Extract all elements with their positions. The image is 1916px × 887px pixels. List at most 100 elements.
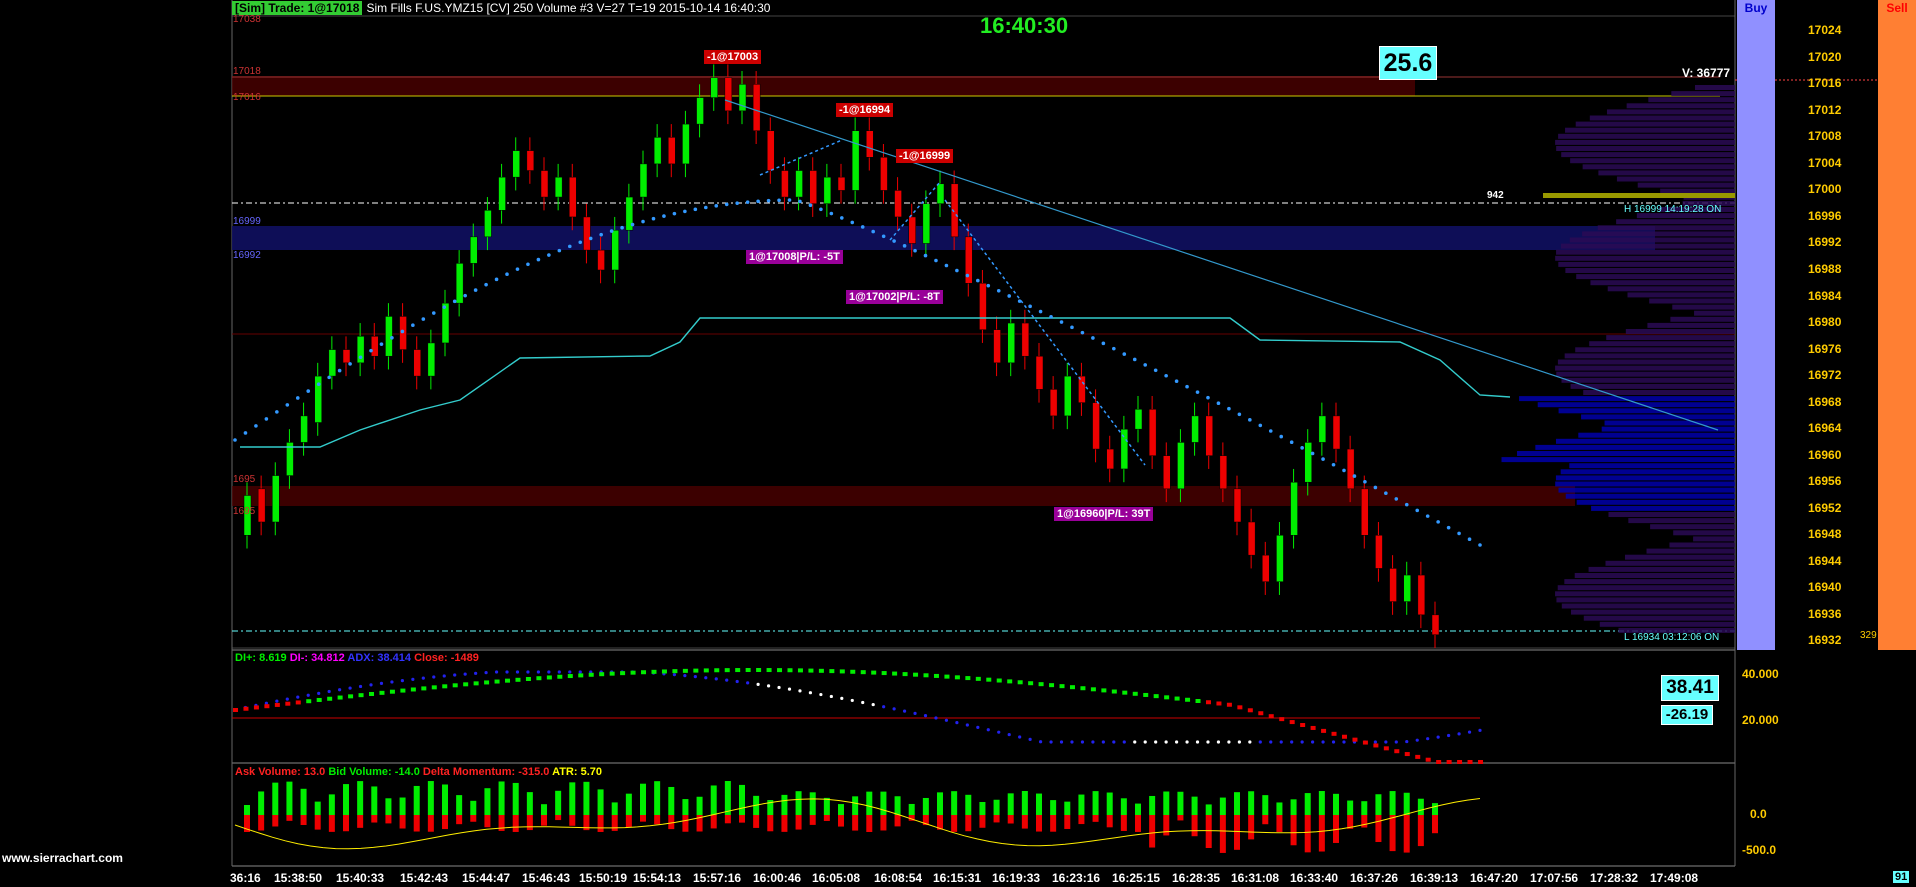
adx-dot [829,694,833,699]
candle-body [371,336,379,357]
profile-bar [1625,329,1735,334]
profile-bar [1564,579,1735,585]
di-marker [274,702,280,707]
candle-body [809,170,817,204]
adx-dot [683,674,687,678]
sell-button[interactable]: Sell [1878,0,1916,650]
price-axis-label: 16932 [1808,633,1842,648]
price-axis-label: 16996 [1808,208,1842,223]
trade-tag[interactable]: 1@16960|P/L: 39T [1054,507,1154,521]
bid-volume-bar [1304,793,1311,815]
profile-poc-bar [1543,193,1735,198]
profile-bar [1624,554,1735,560]
profile-bar [1501,457,1735,463]
candle-body [1346,448,1355,490]
profile-bar [1694,310,1735,316]
bid-volume-bar [1432,803,1438,815]
adx-dot [1478,728,1482,732]
trailing-stop-dot [275,410,279,414]
profile-bar [1555,255,1735,261]
price-axis-label: 16940 [1808,580,1842,595]
di-marker [1090,687,1096,692]
adx-dot [798,689,802,693]
trailing-stop-dot [871,229,875,234]
axis-corner-label: 91 [1893,871,1910,883]
di-marker [1478,760,1483,764]
price-axis-label: 16964 [1808,421,1842,436]
candle-body [1007,322,1015,364]
di-marker [839,669,845,674]
trailing-stop-dot [379,342,384,346]
trailing-stop-dot [327,375,331,380]
trailing-stop-dot [233,438,237,442]
ask-volume-bar [682,815,689,832]
profile-bar [1555,365,1735,371]
price-axis-label: 16956 [1808,474,1842,489]
trailing-stop-dot [976,278,980,283]
trade-tag[interactable]: 1@17008|P/L: -5T [746,250,843,264]
profile-bar [1576,499,1735,505]
di-marker [410,687,416,692]
adx-dot [1227,740,1231,744]
adx-dot [693,675,697,679]
ask-volume-bar [1290,815,1297,846]
adx-dot [808,691,813,695]
ask-volume-bar [555,815,562,821]
ask-volume-bar [809,815,816,825]
trade-tag[interactable]: 1@17002|P/L: -8T [846,290,943,304]
bid-volume-bar [809,792,816,815]
di-marker [1394,749,1400,754]
ask-volume-bar [767,815,774,832]
di-marker [285,701,291,706]
di-marker [484,680,490,685]
trade-tag[interactable]: -1@17003 [704,50,762,64]
low-label: L 16934 03:12:06 ON [1624,632,1720,643]
trailing-stop-dot [588,236,593,241]
adx-dot [1122,740,1126,744]
candle-body [1332,415,1341,450]
trailing-stop-dot [860,225,865,229]
profile-bar [1558,133,1735,139]
profile-bar [1695,85,1735,90]
profile-bar [1517,451,1735,456]
adx-dot [505,670,509,674]
ask-volume-bar [512,815,519,832]
trade-tag[interactable]: -1@16994 [836,103,894,117]
ask-volume-bar [625,815,632,828]
adx-dot [1143,740,1147,744]
candle-body [1205,415,1213,456]
di-marker [1425,757,1431,762]
trailing-stop-dot [1331,462,1336,467]
trailing-stop-dot [1342,468,1346,473]
sim-badge: [Sim] Trade: 1@17018 [232,1,363,15]
candle-body [1375,535,1383,569]
profile-bar [1555,481,1735,487]
profile-bar [1671,91,1735,97]
candle-body [1191,415,1199,443]
ask-volume-bar [371,815,378,823]
candle-body [1431,614,1440,635]
adx-dot [1258,740,1262,744]
adx-dot [1028,737,1032,741]
trade-tag[interactable]: -1@16999 [896,149,954,163]
candle-body [639,163,648,198]
buy-button[interactable]: Buy [1737,0,1775,650]
ask-volume-bar [1064,815,1071,829]
di-marker [1436,760,1442,764]
trailing-stop-dot [1394,497,1399,501]
candle-body [795,170,803,198]
adx-dot [348,686,352,690]
di-marker [505,678,511,683]
ask-volume-bar [1304,815,1311,853]
profile-bar [1649,298,1735,304]
candle-body [569,176,577,218]
trailing-stop-dot [672,211,677,216]
di-marker [400,688,406,693]
trailing-stop-dot [1384,491,1388,495]
adx-dot [494,670,499,674]
adx-dot [997,730,1001,734]
bid-volume-bar [1276,802,1283,815]
bid-volume-bar [937,792,943,815]
di-marker [233,708,238,712]
profile-peak-label: 942 [1487,190,1504,201]
